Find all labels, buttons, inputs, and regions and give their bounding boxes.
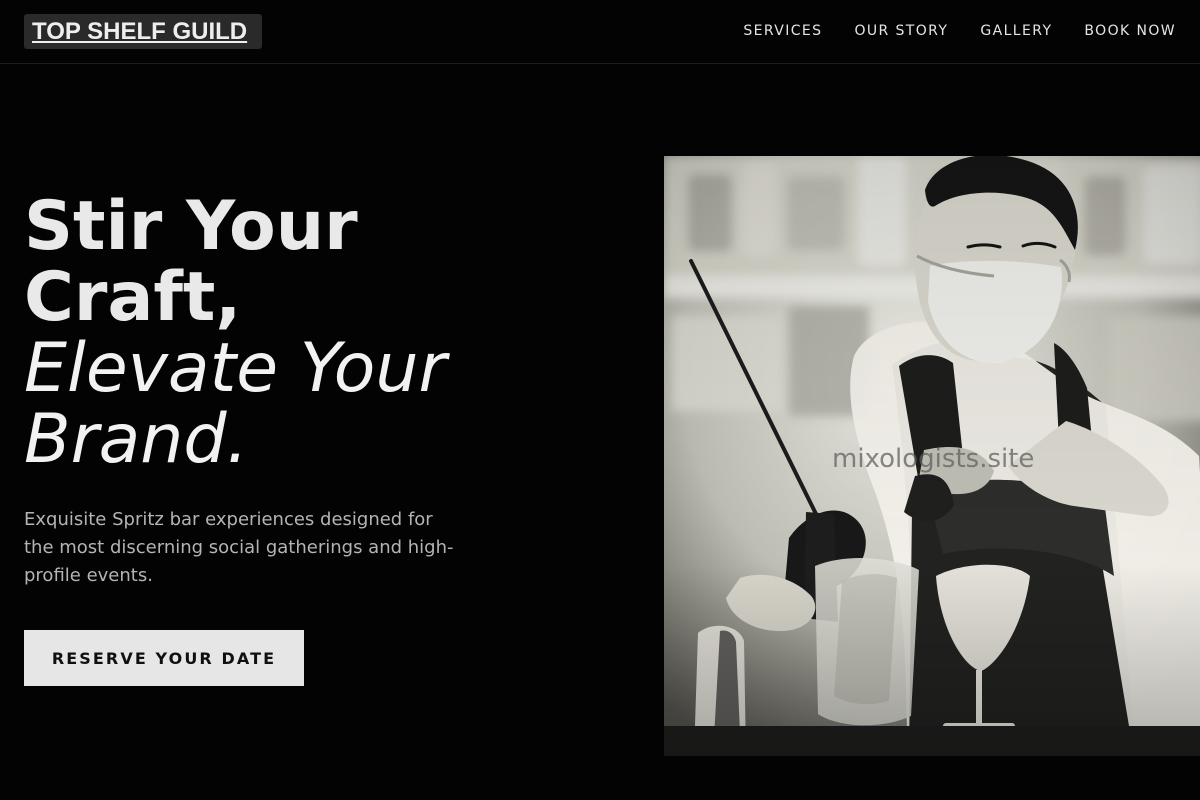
- site-header: TOP SHELF GUILD SERVICES OUR STORY GALLE…: [0, 0, 1200, 64]
- hero-title-line-four: Brand.: [24, 400, 249, 479]
- nav-book-now-link[interactable]: BOOK NOW: [1084, 22, 1176, 40]
- hero-heading: Stir Your Craft, Elevate Your Brand.: [24, 191, 584, 475]
- bartender-photo: mixologists.site: [664, 156, 1200, 756]
- hero-title-line-two: Craft,: [24, 258, 242, 337]
- brand-logo[interactable]: TOP SHELF GUILD: [24, 14, 262, 49]
- main-navigation: SERVICES OUR STORY GALLERY BOOK NOW: [743, 22, 1176, 40]
- photo-watermark: mixologists.site: [832, 444, 1035, 474]
- nav-services-link[interactable]: SERVICES: [743, 22, 822, 40]
- reserve-date-button[interactable]: RESERVE YOUR DATE: [24, 630, 304, 686]
- nav-gallery-link[interactable]: GALLERY: [980, 22, 1052, 40]
- hero-title-line-three: Elevate Your: [24, 329, 447, 408]
- hero-title-line-one: Stir Your: [24, 187, 358, 266]
- nav-our-story-link[interactable]: OUR STORY: [854, 22, 948, 40]
- hero-description: Exquisite Spritz bar experiences designe…: [24, 509, 454, 586]
